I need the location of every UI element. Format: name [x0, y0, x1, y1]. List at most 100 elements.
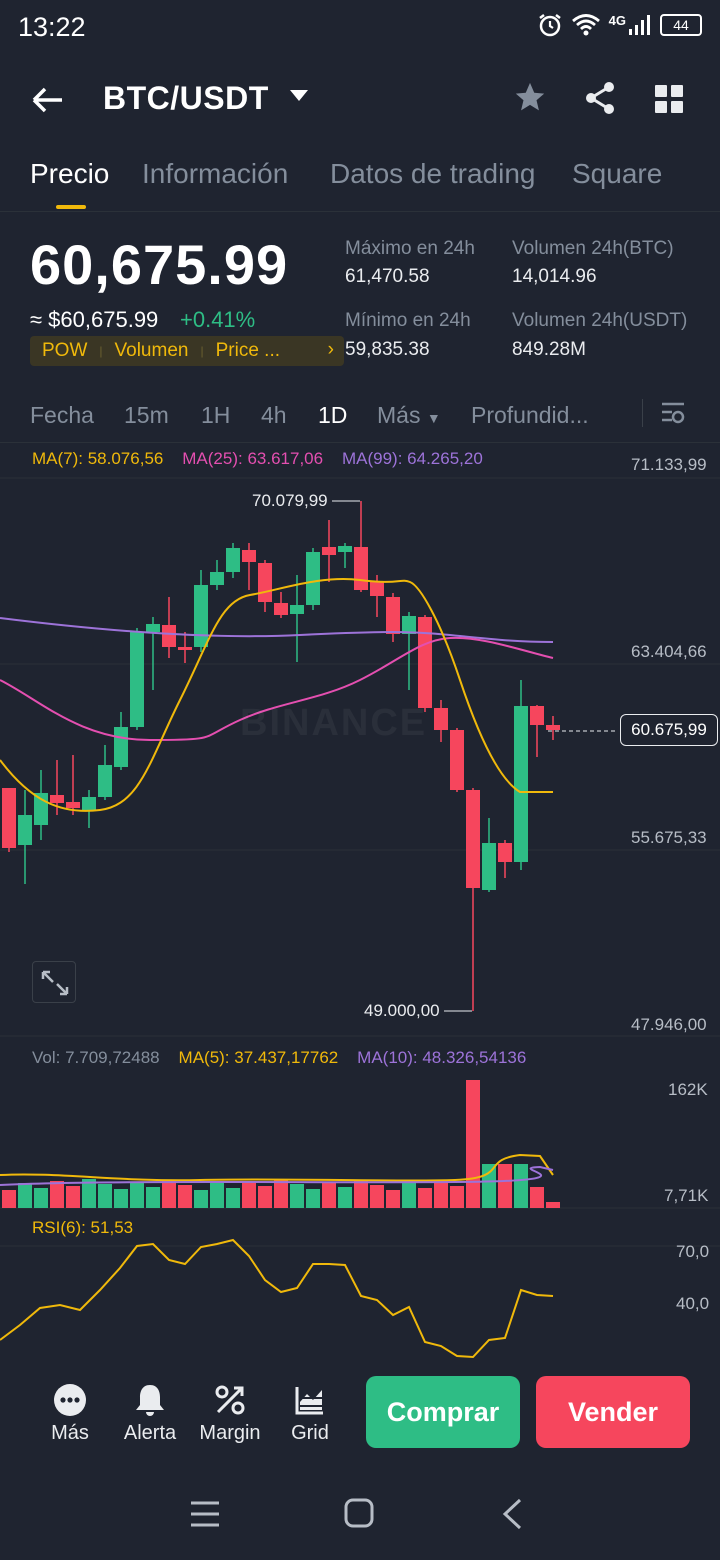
- interval-15m[interactable]: 15m: [124, 402, 169, 429]
- grid-menu-icon[interactable]: [655, 85, 683, 113]
- expand-chart-button[interactable]: [32, 961, 76, 1003]
- margin-icon: [215, 1385, 245, 1415]
- volume-legend: Vol: 7.709,72488 MA(5): 37.437,17762 MA(…: [32, 1048, 526, 1068]
- grid-bot-icon: [295, 1387, 323, 1415]
- back-nav-icon[interactable]: [500, 1498, 524, 1530]
- volume-bar: [50, 1181, 64, 1208]
- expand-icon: [41, 970, 69, 996]
- volume-bar: [226, 1188, 240, 1208]
- candle-body: [114, 727, 128, 767]
- back-button[interactable]: [30, 82, 64, 124]
- volume-bar: [306, 1189, 320, 1208]
- price-axis-label: 55.675,33: [631, 828, 707, 847]
- system-nav-bar: [0, 1470, 720, 1560]
- margin-label: Margin: [199, 1422, 261, 1444]
- candle-body: [338, 546, 352, 552]
- candle-body: [226, 548, 240, 572]
- network-type: 4G: [608, 12, 626, 28]
- volume-bar: [498, 1164, 512, 1208]
- buy-button[interactable]: Comprar: [366, 1376, 520, 1448]
- candle-body: [130, 632, 144, 727]
- volume-bar: [146, 1187, 160, 1208]
- candle-body: [34, 793, 48, 825]
- grid-button[interactable]: Grid: [270, 1382, 350, 1445]
- tab-price[interactable]: Precio: [30, 158, 109, 190]
- share-icon: [586, 82, 614, 114]
- candle-body: [146, 624, 160, 632]
- ma99-label: MA(99): 64.265,20: [341, 449, 483, 468]
- more-dots-icon: [54, 1384, 86, 1416]
- candle-body: [194, 585, 208, 647]
- vol-usdt-label: Volumen 24h(USDT): [512, 310, 688, 331]
- volume-ma5-label: MA(5): 37.437,17762: [178, 1048, 339, 1067]
- volume-bar: [162, 1180, 176, 1208]
- margin-button[interactable]: Margin: [190, 1382, 270, 1445]
- candle-body: [482, 843, 496, 890]
- interval-more-label: Más: [377, 402, 421, 428]
- grid-label: Grid: [291, 1422, 329, 1444]
- rsi-label: RSI(6): 51,53: [32, 1218, 134, 1237]
- volume-ma10-label: MA(10): 48.326,54136: [357, 1048, 527, 1067]
- volume-bar: [402, 1183, 416, 1208]
- candle-body: [66, 802, 80, 808]
- interval-more[interactable]: Más ▼: [377, 402, 441, 429]
- battery-icon: 44: [660, 14, 702, 36]
- volume-bar: [354, 1180, 368, 1208]
- alert-button[interactable]: Alerta: [110, 1382, 190, 1445]
- price-axis-label: 47.946,00: [631, 1015, 707, 1034]
- candle-body: [306, 552, 320, 605]
- low-24h-value: 59,835.38: [345, 339, 430, 360]
- volume-bar: [290, 1184, 304, 1208]
- volume-bar: [322, 1182, 336, 1208]
- bell-icon: [136, 1385, 164, 1416]
- volume-axis-bottom: 7,71K: [664, 1186, 709, 1205]
- recent-apps-icon[interactable]: [190, 1500, 220, 1528]
- price-change-percent: +0.41%: [180, 307, 256, 332]
- tag-bar[interactable]: POW | Volumen | Price ... ›: [30, 336, 344, 366]
- tab-trading-data[interactable]: Datos de trading: [330, 158, 535, 190]
- candle-body: [82, 797, 96, 810]
- candle-body: [290, 605, 304, 614]
- candle-body: [466, 790, 480, 888]
- chevron-right-icon[interactable]: ›: [328, 339, 334, 361]
- tab-information[interactable]: Información: [142, 158, 288, 190]
- ma-legend: MA(7): 58.076,56 MA(25): 63.617,06 MA(99…: [32, 449, 483, 469]
- high-24h-value: 61,470.58: [345, 266, 430, 287]
- favorite-button[interactable]: [513, 80, 547, 123]
- candle-body: [210, 572, 224, 585]
- candle-body: [530, 706, 544, 725]
- volume-bar: [450, 1186, 464, 1208]
- watermark: BINANCE: [240, 702, 428, 744]
- interval-1h[interactable]: 1H: [201, 402, 230, 429]
- chart-settings-icon[interactable]: [660, 400, 686, 426]
- main-tabs: Precio Información Datos de trading Squa…: [0, 150, 720, 212]
- interval-depth[interactable]: Profundid...: [471, 402, 589, 429]
- tag-price[interactable]: Price ...: [204, 340, 292, 362]
- home-icon[interactable]: [343, 1497, 375, 1529]
- action-bar: Más Alerta Margin Grid Comprar Vender: [0, 1360, 720, 1470]
- candle-body: [370, 582, 384, 596]
- share-button[interactable]: [582, 80, 618, 121]
- candle-body: [386, 597, 400, 634]
- more-button[interactable]: Más: [30, 1382, 110, 1445]
- pair-dropdown-icon[interactable]: [290, 90, 308, 101]
- rsi-axis-top: 70,0: [676, 1242, 710, 1261]
- volume-bar: [258, 1186, 272, 1208]
- vol-btc-label: Volumen 24h(BTC): [512, 238, 674, 259]
- volume-bar: [482, 1164, 496, 1208]
- candle-body: [498, 843, 512, 862]
- interval-date[interactable]: Fecha: [30, 402, 94, 429]
- pair-title[interactable]: BTC/USDT: [103, 80, 269, 117]
- tag-pow[interactable]: POW: [30, 340, 99, 362]
- price-axis-label: 71.133,99: [631, 455, 707, 474]
- sell-button[interactable]: Vender: [536, 1376, 690, 1448]
- candle-body: [18, 815, 32, 845]
- interval-4h[interactable]: 4h: [261, 402, 287, 429]
- tag-volume[interactable]: Volumen: [103, 340, 201, 362]
- divider: [642, 399, 643, 427]
- tab-square[interactable]: Square: [572, 158, 662, 190]
- interval-1d[interactable]: 1D: [318, 402, 347, 429]
- ma7-label: MA(7): 58.076,56: [32, 449, 164, 468]
- volume-bar: [546, 1202, 560, 1208]
- candle-body: [546, 725, 560, 730]
